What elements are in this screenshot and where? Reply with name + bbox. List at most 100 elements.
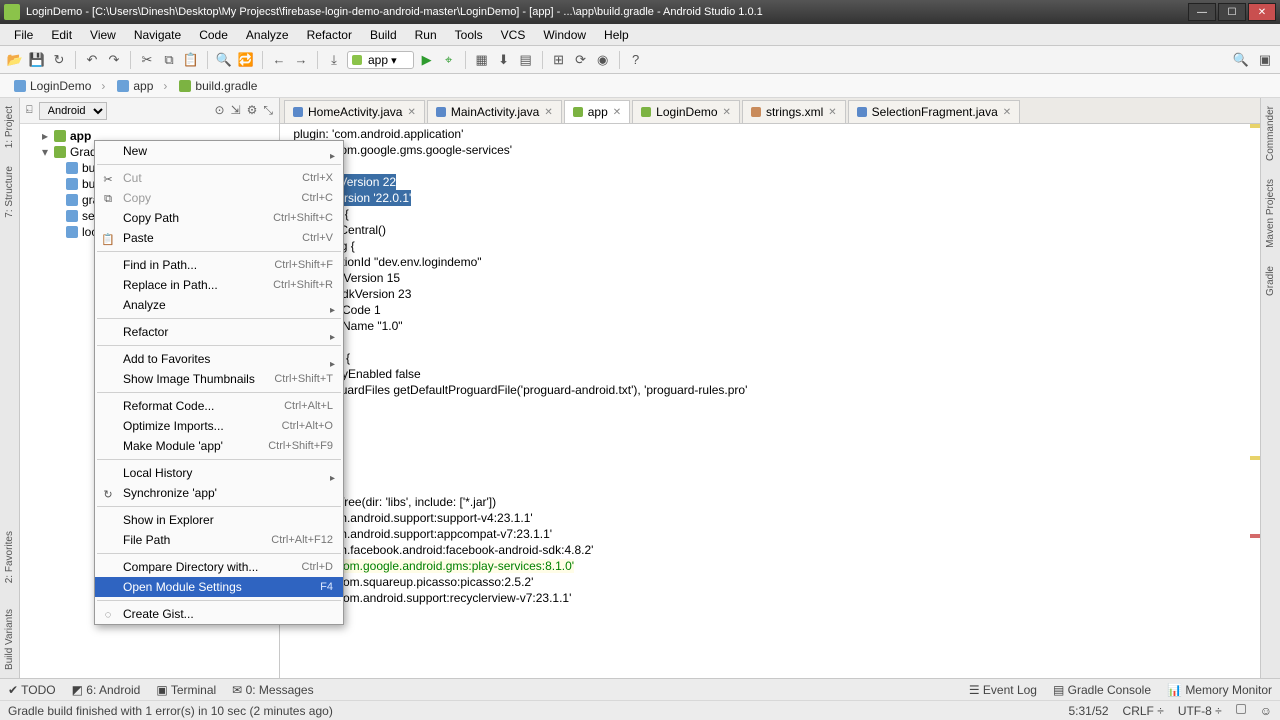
sync-gradle-icon[interactable]: ⟳ — [572, 51, 590, 69]
redo-icon[interactable]: ↷ — [105, 51, 123, 69]
menu-view[interactable]: View — [82, 26, 124, 44]
bottom-tab-messages[interactable]: ✉ 0: Messages — [232, 683, 313, 697]
find-icon[interactable]: 🔍 — [215, 51, 233, 69]
menu-vcs[interactable]: VCS — [493, 26, 534, 44]
run-icon[interactable]: ▶ — [418, 51, 436, 69]
bottom-tab-todo[interactable]: ✔ TODO — [8, 683, 56, 697]
menu-build[interactable]: Build — [362, 26, 405, 44]
collapse-icon[interactable]: ⇲ — [231, 103, 241, 118]
save-icon[interactable]: 💾 — [28, 51, 46, 69]
run-config-selector[interactable]: app ▾ — [347, 51, 414, 69]
ctx-item[interactable]: 📋PasteCtrl+V — [95, 228, 343, 248]
close-tab-icon[interactable]: ✕ — [613, 107, 621, 118]
gear-icon[interactable]: ⚙ — [247, 103, 258, 118]
ctx-item[interactable]: Compare Directory with...Ctrl+D — [95, 557, 343, 577]
copy-icon[interactable]: ⧉ — [160, 51, 178, 69]
paste-icon[interactable]: 📋 — [182, 51, 200, 69]
bottom-tab-terminal[interactable]: ▣ Terminal — [156, 683, 216, 697]
context-menu[interactable]: New✂CutCtrl+X⧉CopyCtrl+CCopy PathCtrl+Sh… — [94, 140, 344, 625]
ctx-item[interactable]: ◌Create Gist... — [95, 604, 343, 624]
tab-selection-fragment[interactable]: SelectionFragment.java✕ — [848, 100, 1020, 123]
ctx-item[interactable]: Show in Explorer — [95, 510, 343, 530]
menu-navigate[interactable]: Navigate — [126, 26, 189, 44]
settings-icon[interactable]: ▣ — [1256, 51, 1274, 69]
hector-icon[interactable]: ☺ — [1260, 704, 1272, 718]
cut-icon[interactable]: ✂ — [138, 51, 156, 69]
menu-run[interactable]: Run — [407, 26, 445, 44]
tab-strings-xml[interactable]: strings.xml✕ — [742, 100, 846, 123]
ctx-item[interactable]: Optimize Imports...Ctrl+Alt+O — [95, 416, 343, 436]
sync-icon[interactable]: ↻ — [50, 51, 68, 69]
ctx-item[interactable]: Refactor — [95, 322, 343, 342]
bottom-tab-android[interactable]: ◩ 6: Android — [72, 683, 141, 697]
lock-icon[interactable] — [1236, 704, 1246, 714]
bottom-tab-eventlog[interactable]: ☰ Event Log — [969, 683, 1037, 697]
crumb-project[interactable]: LoginDemo — [8, 77, 111, 95]
project-view-select[interactable]: Android — [39, 102, 107, 120]
tab-home-activity[interactable]: HomeActivity.java✕ — [284, 100, 425, 123]
search-everywhere-icon[interactable]: 🔍 — [1232, 51, 1250, 69]
ctx-item[interactable]: Replace in Path...Ctrl+Shift+R — [95, 275, 343, 295]
autoscroll-icon[interactable]: ⊙ — [215, 103, 225, 118]
close-tab-icon[interactable]: ✕ — [544, 107, 552, 118]
ctx-item[interactable]: Local History — [95, 463, 343, 483]
close-tab-icon[interactable]: ✕ — [828, 107, 836, 118]
minimize-button[interactable]: — — [1188, 3, 1216, 21]
menu-window[interactable]: Window — [535, 26, 594, 44]
forward-icon[interactable]: → — [292, 51, 310, 69]
tool-tab-favorites[interactable]: 2: Favorites — [4, 531, 15, 583]
tab-main-activity[interactable]: MainActivity.java✕ — [427, 100, 562, 123]
tab-app-gradle[interactable]: app✕ — [564, 100, 630, 123]
close-button[interactable]: ✕ — [1248, 3, 1276, 21]
line-separator[interactable]: CRLF ÷ — [1123, 704, 1164, 718]
tool-tab-maven[interactable]: Maven Projects — [1265, 179, 1276, 248]
undo-icon[interactable]: ↶ — [83, 51, 101, 69]
ctx-item[interactable]: File PathCtrl+Alt+F12 — [95, 530, 343, 550]
ctx-item[interactable]: Add to Favorites — [95, 349, 343, 369]
tool-tab-structure[interactable]: 7: Structure — [4, 166, 15, 218]
ctx-item[interactable]: Find in Path...Ctrl+Shift+F — [95, 255, 343, 275]
tool-tab-build-variants[interactable]: Build Variants — [4, 609, 15, 670]
ctx-item[interactable]: Analyze — [95, 295, 343, 315]
avd-icon[interactable]: ▦ — [473, 51, 491, 69]
code-editor[interactable]: plugin: 'com.android.application' plugin… — [280, 124, 1260, 678]
bottom-tab-memory[interactable]: 📊 Memory Monitor — [1167, 683, 1272, 697]
crumb-module[interactable]: app — [111, 77, 173, 95]
make-icon[interactable]: ⤓ — [325, 51, 343, 69]
menu-help[interactable]: Help — [596, 26, 637, 44]
ctx-item[interactable]: Copy PathCtrl+Shift+C — [95, 208, 343, 228]
ctx-item[interactable]: Open Module SettingsF4 — [95, 577, 343, 597]
tool-tab-commander[interactable]: Commander — [1265, 106, 1276, 161]
menu-tools[interactable]: Tools — [447, 26, 491, 44]
ctx-item[interactable]: New — [95, 141, 343, 161]
tool-tab-project[interactable]: 1: Project — [4, 106, 15, 148]
file-encoding[interactable]: UTF-8 ÷ — [1178, 704, 1222, 718]
close-tab-icon[interactable]: ✕ — [1003, 107, 1011, 118]
ctx-item[interactable]: Make Module 'app'Ctrl+Shift+F9 — [95, 436, 343, 456]
menu-code[interactable]: Code — [191, 26, 236, 44]
close-tab-icon[interactable]: ✕ — [407, 107, 415, 118]
ddms-icon[interactable]: ▤ — [517, 51, 535, 69]
help-icon[interactable]: ? — [627, 51, 645, 69]
open-icon[interactable]: 📂 — [6, 51, 24, 69]
tool-tab-gradle[interactable]: Gradle — [1265, 266, 1276, 296]
tab-login-demo[interactable]: LoginDemo✕ — [632, 100, 740, 123]
menu-refactor[interactable]: Refactor — [299, 26, 360, 44]
structure-icon[interactable]: ⊞ — [550, 51, 568, 69]
bottom-tab-gradle-console[interactable]: ▤ Gradle Console — [1053, 683, 1151, 697]
menu-edit[interactable]: Edit — [43, 26, 80, 44]
android-icon[interactable]: ◉ — [594, 51, 612, 69]
debug-icon[interactable]: ⌖ — [440, 51, 458, 69]
close-tab-icon[interactable]: ✕ — [723, 107, 731, 118]
back-icon[interactable]: ← — [270, 51, 288, 69]
ctx-item[interactable]: Show Image ThumbnailsCtrl+Shift+T — [95, 369, 343, 389]
editor-scrollbar-markers[interactable] — [1250, 124, 1260, 678]
menu-analyze[interactable]: Analyze — [238, 26, 297, 44]
maximize-button[interactable]: ☐ — [1218, 3, 1246, 21]
ctx-item[interactable]: Reformat Code...Ctrl+Alt+L — [95, 396, 343, 416]
ctx-item[interactable]: ↻Synchronize 'app' — [95, 483, 343, 503]
hide-icon[interactable]: ⤡ — [263, 103, 273, 118]
menu-file[interactable]: File — [6, 26, 41, 44]
crumb-file[interactable]: build.gradle — [173, 77, 263, 95]
replace-icon[interactable]: 🔁 — [237, 51, 255, 69]
